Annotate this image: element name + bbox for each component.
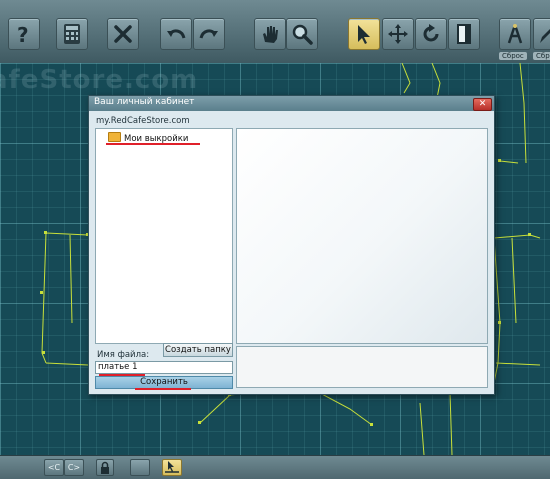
anchor-pointer-icon bbox=[165, 461, 179, 473]
undo-button[interactable] bbox=[160, 18, 192, 50]
dialog-titlebar[interactable]: Ваш личный кабинет ✕ bbox=[89, 96, 494, 111]
lock-button[interactable] bbox=[96, 459, 114, 476]
pencil-tool-button[interactable] bbox=[533, 18, 550, 50]
svg-text:?: ? bbox=[17, 23, 29, 46]
close-icon bbox=[114, 25, 132, 43]
site-label: my.RedCafeStore.com bbox=[96, 116, 190, 126]
cursor-anchor-button[interactable] bbox=[162, 459, 182, 476]
hand-icon bbox=[263, 26, 278, 43]
redo-icon bbox=[199, 29, 218, 39]
rotate-button[interactable] bbox=[415, 18, 447, 50]
create-folder-button[interactable]: Создать папку bbox=[163, 343, 233, 357]
prev-button[interactable]: <C bbox=[44, 459, 64, 476]
redo-button[interactable] bbox=[193, 18, 225, 50]
folder-icon bbox=[108, 132, 121, 142]
highlight-underline-save bbox=[135, 388, 191, 390]
help-button[interactable]: ? bbox=[8, 18, 40, 50]
page-icon bbox=[457, 24, 471, 44]
filename-input[interactable]: платье 1 bbox=[95, 361, 233, 374]
arrow-pointer-icon bbox=[358, 25, 370, 44]
pencil-icon bbox=[540, 29, 550, 43]
next-button[interactable]: C> bbox=[64, 459, 84, 476]
blank-button[interactable] bbox=[130, 459, 150, 476]
reset-label-2[interactable]: Сброс bbox=[533, 52, 550, 60]
page-button[interactable] bbox=[448, 18, 480, 50]
calculator-icon bbox=[64, 24, 80, 44]
pan-button[interactable] bbox=[254, 18, 286, 50]
zoom-button[interactable] bbox=[286, 18, 318, 50]
bottom-toolbar: <C C> bbox=[0, 455, 550, 479]
folder-tree-panel[interactable]: Мои выкройки bbox=[95, 128, 233, 344]
magnifier-icon bbox=[292, 24, 313, 45]
move-arrows-icon bbox=[388, 24, 408, 44]
move-button[interactable] bbox=[382, 18, 414, 50]
select-tool-button[interactable] bbox=[348, 18, 380, 50]
info-panel bbox=[236, 346, 488, 388]
undo-icon bbox=[167, 29, 186, 39]
reset-label-1[interactable]: Сброс bbox=[499, 52, 527, 60]
lock-icon bbox=[101, 461, 109, 474]
personal-cabinet-dialog: Ваш личный кабинет ✕ my.RedCafeStore.com… bbox=[88, 95, 495, 395]
rotate-icon bbox=[423, 24, 439, 42]
preview-panel bbox=[236, 128, 488, 344]
main-toolbar: ? Сброс Сброс bbox=[0, 0, 550, 65]
filename-label: Имя файла: bbox=[97, 350, 150, 360]
calculator-button[interactable] bbox=[56, 18, 88, 50]
delete-button[interactable] bbox=[107, 18, 139, 50]
compass-icon bbox=[507, 24, 523, 44]
dialog-title: Ваш личный кабинет bbox=[94, 97, 195, 107]
compass-tool-button[interactable] bbox=[499, 18, 531, 50]
question-icon: ? bbox=[17, 23, 29, 46]
highlight-underline-folder bbox=[106, 143, 200, 145]
close-button[interactable]: ✕ bbox=[473, 98, 492, 111]
